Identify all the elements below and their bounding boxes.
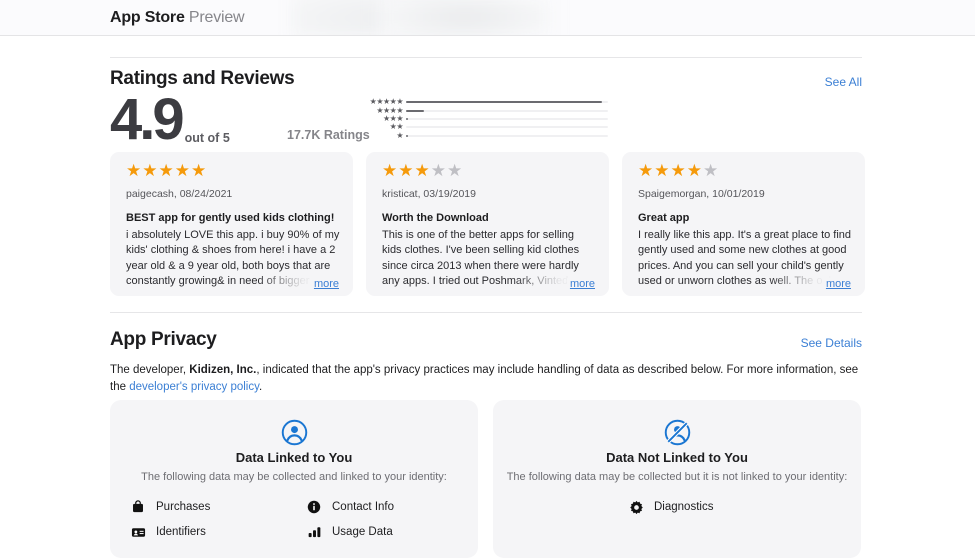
app-privacy-section-title: App Privacy	[110, 329, 217, 350]
page-title: App Store Preview	[110, 8, 245, 28]
privacy-description: The developer, Kidizen, Inc., indicated …	[110, 362, 862, 395]
review-more-link[interactable]: more	[566, 278, 595, 290]
review-title: BEST app for gently used kids clothing!	[126, 212, 335, 224]
review-star-rating: ★★★★★	[382, 162, 463, 179]
review-author-date: paigecash, 08/24/2021	[126, 188, 233, 200]
section-divider	[110, 312, 862, 313]
histogram-fill	[406, 117, 409, 120]
preview-label: Preview	[188, 9, 245, 26]
review-stars-filled: ★★★★	[638, 161, 703, 180]
histogram-track	[406, 109, 608, 112]
privacy-data-item-label: Diagnostics	[654, 501, 714, 513]
privacy-data-item-label: Purchases	[156, 501, 211, 513]
average-rating-block: 4.9 out of 5	[110, 91, 230, 149]
review-author-date: Spaigemorgan, 10/01/2019	[638, 188, 765, 200]
review-stars-empty: ★	[702, 161, 720, 180]
bag-icon	[130, 499, 146, 515]
ratings-histogram: ★★★★★ ★★★★ ★★★ ★★ ★	[365, 98, 608, 140]
histogram-row: ★	[365, 130, 608, 140]
bar-chart-icon	[306, 524, 322, 540]
privacy-data-item-label: Identifiers	[156, 526, 206, 538]
privacy-cards: Data Linked to You The following data ma…	[110, 400, 865, 558]
histogram-track	[406, 126, 608, 129]
review-star-rating: ★★★★★	[638, 162, 719, 179]
privacy-data-item-diagnostics: Diagnostics	[628, 499, 713, 515]
review-star-rating: ★★★★★	[126, 162, 207, 179]
privacy-card-subtitle: The following data may be collected but …	[506, 471, 848, 483]
review-author-date: kristicat, 03/19/2019	[382, 188, 476, 200]
histogram-fill	[406, 109, 425, 112]
privacy-card-subtitle: The following data may be collected and …	[141, 471, 447, 483]
histogram-track	[406, 117, 608, 120]
review-stars-filled: ★★★	[382, 161, 431, 180]
histogram-fill	[406, 134, 409, 137]
rating-scale-label: out of 5	[184, 131, 230, 145]
see-privacy-details-link[interactable]: See Details	[801, 336, 862, 350]
person-circle-icon	[110, 419, 478, 446]
review-stars-filled: ★★★★★	[126, 161, 208, 180]
privacy-data-item-label: Contact Info	[332, 501, 395, 513]
privacy-desc-part-1: The developer,	[110, 364, 190, 376]
privacy-card-title: Data Linked to You	[235, 450, 353, 465]
app-store-brand: App Store	[110, 9, 185, 26]
ratings-count-label: 17.7K Ratings	[287, 128, 370, 142]
review-card[interactable]: ★★★★★ paigecash, 08/24/2021 BEST app for…	[110, 152, 353, 296]
review-card[interactable]: ★★★★★ Spaigemorgan, 10/01/2019 Great app…	[622, 152, 865, 296]
gear-icon	[628, 499, 644, 515]
developer-name: Kidizen, Inc.	[189, 364, 257, 376]
review-title: Great app	[638, 212, 690, 224]
section-divider	[110, 57, 862, 58]
privacy-policy-link[interactable]: developer's privacy policy	[129, 381, 259, 393]
contact-card-icon	[130, 524, 146, 540]
privacy-card-data-not-linked: Data Not Linked to You The following dat…	[493, 400, 861, 558]
review-more-link[interactable]: more	[822, 278, 851, 290]
histogram-track	[406, 101, 608, 104]
see-all-reviews-link[interactable]: See All	[825, 75, 862, 89]
privacy-data-item-usage-data: Usage Data	[306, 524, 393, 540]
histogram-star-label: ★	[396, 130, 403, 140]
privacy-data-item-contact-info: Contact Info	[306, 499, 394, 515]
review-card[interactable]: ★★★★★ kristicat, 03/19/2019 Worth the Do…	[366, 152, 609, 296]
privacy-card-title: Data Not Linked to You	[606, 450, 748, 465]
privacy-data-item-purchases: Purchases	[130, 499, 210, 515]
blurred-background-content-2	[380, 0, 550, 35]
histogram-star-label: ★★★★★	[369, 97, 404, 107]
app-store-header-bar: App Store Preview	[0, 0, 975, 36]
review-title: Worth the Download	[382, 212, 489, 224]
average-rating-value: 4.9	[110, 87, 185, 152]
privacy-card-data-linked: Data Linked to You The following data ma…	[110, 400, 478, 558]
review-more-link[interactable]: more	[310, 278, 339, 290]
person-circle-slash-icon	[493, 419, 861, 446]
histogram-track	[406, 134, 608, 137]
privacy-data-item-identifiers: Identifiers	[130, 524, 206, 540]
privacy-desc-part-3: .	[259, 380, 263, 393]
histogram-fill	[406, 101, 602, 104]
info-circle-icon	[306, 499, 322, 515]
review-stars-empty: ★★	[430, 161, 464, 180]
privacy-data-item-label: Usage Data	[332, 526, 393, 538]
reviews-list: ★★★★★ paigecash, 08/24/2021 BEST app for…	[110, 152, 865, 296]
